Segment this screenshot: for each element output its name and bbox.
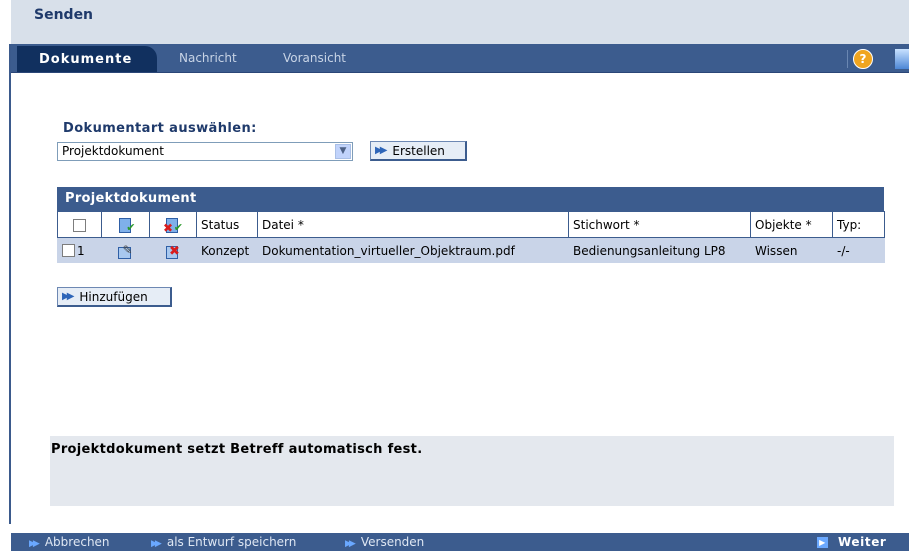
table-header-row: ✔ ✖ ✔ Status Datei * Stichwort * Objekte …	[57, 211, 885, 238]
info-box: Projektdokument setzt Betreff automatisc…	[50, 436, 894, 506]
chevron-down-icon[interactable]: ▼	[335, 144, 351, 159]
doc-type-selected-value: Projektdokument	[62, 144, 164, 158]
left-border	[0, 0, 11, 551]
window-title: Senden	[34, 7, 94, 23]
double-arrow-icon: ▶▶	[29, 539, 40, 549]
help-icon[interactable]: ?	[853, 49, 873, 69]
next-arrow-icon: ▶	[817, 537, 828, 548]
send-link[interactable]: ▶▶ Versenden	[345, 535, 424, 549]
remove-documents-icon[interactable]: ✖ ✔	[163, 217, 183, 235]
double-arrow-icon: ▶▶	[151, 539, 162, 549]
window-titlebar: Senden	[11, 0, 909, 44]
footer-bar: ▶▶ Abbrechen ▶▶ als Entwurf speichern ▶▶ Ve…	[11, 533, 909, 551]
select-all-cell	[57, 211, 102, 238]
add-document-icon[interactable]: ✔	[118, 217, 136, 234]
tab-separator	[847, 50, 848, 68]
edit-icon[interactable]: ✎	[117, 243, 134, 259]
row-checkbox[interactable]	[62, 244, 75, 258]
tab-voransicht[interactable]: Voransicht	[283, 51, 346, 65]
tab-nachricht[interactable]: Nachricht	[179, 51, 237, 65]
col-header-file: Datei *	[257, 211, 569, 238]
col-header-type: Typ:	[832, 211, 885, 238]
row-edit-cell: ✎	[101, 237, 150, 263]
next-button[interactable]: ▶ Weiter	[817, 535, 886, 549]
select-all-checkbox[interactable]	[73, 218, 86, 232]
cell-status: Konzept	[196, 237, 258, 263]
cell-keyword: Bedienungsanleitung LP8	[568, 237, 751, 263]
add-doc-header-cell: ✔	[101, 211, 150, 238]
col-header-keyword: Stichwort *	[568, 211, 751, 238]
doc-type-label: Dokumentart auswählen:	[63, 121, 257, 136]
cancel-link[interactable]: ▶▶ Abbrechen	[29, 535, 110, 549]
panel-title: Projektdokument	[57, 187, 884, 211]
add-button-label: Hinzufügen	[79, 289, 148, 304]
tab-bar: Dokumente Nachricht Voransicht ?	[11, 44, 909, 73]
documents-table: ✔ ✖ ✔ Status Datei * Stichwort * Objekte …	[57, 211, 885, 263]
create-button[interactable]: ▶▶ Erstellen	[370, 141, 467, 161]
delete-icon[interactable]: ✖	[165, 244, 181, 259]
row-select-cell: 1	[57, 237, 102, 263]
table-row: 1 ✎ ✖ Konzept Dokumentation_virtueller_O…	[57, 237, 885, 263]
next-label: Weiter	[838, 535, 887, 549]
tab-dokumente[interactable]: Dokumente	[17, 46, 157, 72]
cell-file[interactable]: Dokumentation_virtueller_Objektraum.pdf	[257, 237, 569, 263]
help-glyph: ?	[859, 52, 867, 66]
col-header-objects: Objekte *	[750, 211, 833, 238]
double-arrow-icon: ▶▶	[62, 291, 75, 302]
save-draft-link[interactable]: ▶▶ als Entwurf speichern	[151, 535, 296, 549]
cell-objects: Wissen	[750, 237, 833, 263]
doc-type-select[interactable]: Projektdokument ▼	[57, 142, 353, 161]
left-border-line	[9, 44, 11, 524]
flag-icon[interactable]	[895, 49, 909, 69]
remove-doc-header-cell: ✖ ✔	[149, 211, 197, 238]
col-header-status: Status	[196, 211, 258, 238]
documents-panel: Projektdokument ✔ ✖ ✔ Status Datei * Stic…	[57, 187, 885, 263]
double-arrow-icon: ▶▶	[345, 539, 356, 549]
save-draft-label: als Entwurf speichern	[166, 535, 297, 549]
send-label: Versenden	[360, 535, 425, 549]
row-delete-cell: ✖	[149, 237, 197, 263]
double-arrow-icon: ▶▶	[375, 145, 388, 156]
create-button-label: Erstellen	[392, 143, 445, 158]
cell-type: -/-	[832, 237, 885, 263]
add-button[interactable]: ▶▶ Hinzufügen	[57, 287, 172, 307]
cancel-label: Abbrechen	[44, 535, 110, 549]
info-text: Projektdokument setzt Betreff automatisc…	[51, 442, 423, 457]
row-number: 1	[77, 243, 85, 258]
